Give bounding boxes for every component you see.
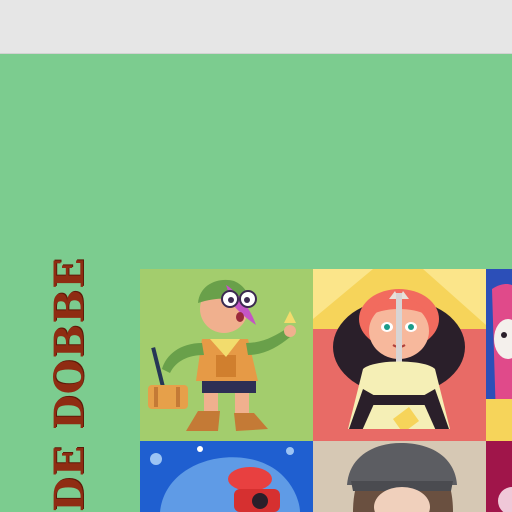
gallery-tile-elf-adventurer[interactable] [140, 269, 313, 441]
princess-with-sword-illustration [313, 269, 486, 441]
portfolio-title: DE DOBBE [46, 257, 93, 512]
gallery-tile-magenta[interactable] [486, 441, 512, 512]
magenta-illustration [486, 441, 512, 512]
browser-top-bar [0, 0, 512, 54]
blue-abstract-illustration [140, 441, 313, 512]
blue-character-illustration [486, 269, 512, 441]
gallery-tile-blue-character[interactable] [486, 269, 512, 441]
gallery-tile-princess[interactable] [313, 269, 486, 441]
portrait-photo [313, 441, 486, 512]
gallery-tile-blue-abstract[interactable] [140, 441, 313, 512]
elf-adventurer-illustration [140, 269, 313, 441]
gallery-tile-portrait-photo[interactable] [313, 441, 486, 512]
